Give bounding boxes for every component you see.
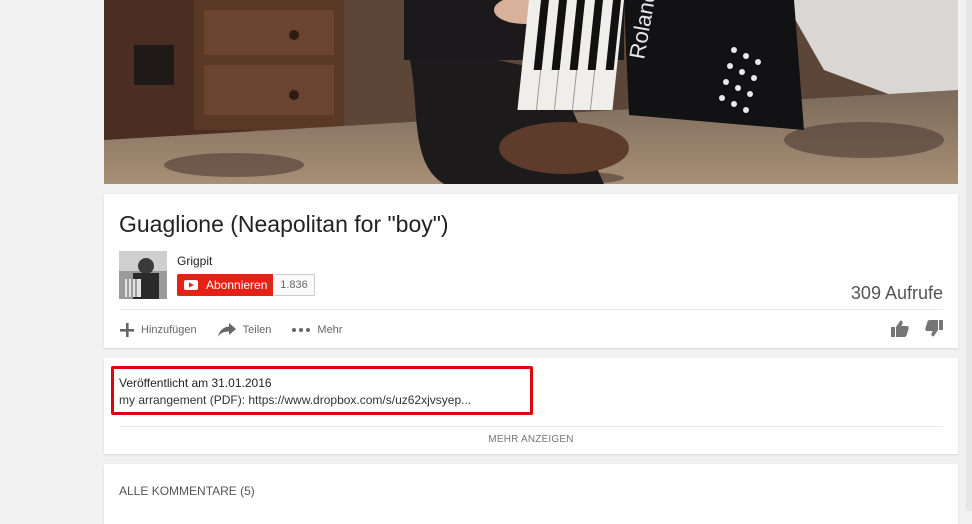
share-label: Teilen <box>242 324 272 336</box>
show-more-button[interactable]: MEHR ANZEIGEN <box>104 434 958 445</box>
subscribe-label: Abonnieren <box>206 278 268 292</box>
thumbs-down-icon <box>925 320 943 337</box>
like-button[interactable] <box>891 320 909 337</box>
view-count: 309 Aufrufe <box>850 283 943 303</box>
plus-icon <box>119 322 135 338</box>
add-to-label: Hinzufügen <box>141 324 197 336</box>
description-highlight-box <box>111 366 533 415</box>
dislike-button[interactable] <box>925 320 943 337</box>
channel-avatar[interactable] <box>119 251 167 299</box>
more-actions-button[interactable]: Mehr <box>291 324 342 336</box>
description-text[interactable]: my arrangement (PDF): https://www.dropbo… <box>119 393 471 407</box>
action-bar: Hinzufügen Teilen Mehr <box>119 320 362 340</box>
thumbs-up-icon <box>891 320 909 337</box>
rating-bar <box>875 320 943 337</box>
description-card: Veröffentlicht am 31.01.2016 my arrangem… <box>104 358 958 454</box>
subscribe-button[interactable]: Abonnieren <box>177 274 273 296</box>
page-scroll-edge <box>966 0 972 511</box>
video-frame: Roland <box>104 0 958 184</box>
publish-date: Veröffentlicht am 31.01.2016 <box>119 376 272 390</box>
description-divider <box>119 426 943 427</box>
video-player[interactable]: Roland <box>104 0 958 184</box>
comments-card: ALLE KOMMENTARE (5) <box>104 464 958 524</box>
video-info-card: Guaglione (Neapolitan for "boy") Grigpit… <box>104 194 958 348</box>
comments-header: ALLE KOMMENTARE (5) <box>119 484 255 498</box>
youtube-play-icon <box>184 280 198 290</box>
channel-name[interactable]: Grigpit <box>177 254 212 268</box>
avatar-image <box>119 251 167 299</box>
subscriber-count: 1.836 <box>274 274 315 296</box>
more-actions-label: Mehr <box>317 324 343 336</box>
share-arrow-icon <box>217 322 237 338</box>
add-to-button[interactable]: Hinzufügen <box>119 322 197 338</box>
action-divider <box>119 309 943 310</box>
share-button[interactable]: Teilen <box>217 322 272 338</box>
video-title: Guaglione (Neapolitan for "boy") <box>119 211 449 237</box>
more-dots-icon <box>291 327 311 333</box>
